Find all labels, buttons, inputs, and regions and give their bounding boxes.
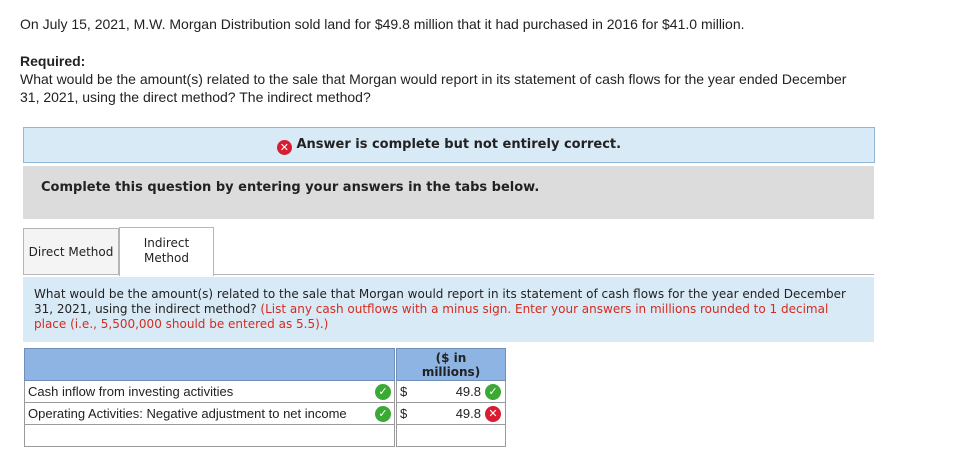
tab-indirect-label: Indirect Method xyxy=(120,236,213,266)
required-line-1: What would be the amount(s) related to t… xyxy=(20,71,847,87)
table-row-2-value[interactable]: $ 49.8 ✕ xyxy=(396,403,506,425)
tab-indirect-method[interactable]: Indirect Method xyxy=(119,227,214,276)
row-1-value-text: 49.8 xyxy=(455,384,481,399)
table-row-1-value[interactable]: $ 49.8 ✓ xyxy=(396,381,506,403)
required-text: What would be the amount(s) related to t… xyxy=(20,70,960,106)
tab-divider xyxy=(212,274,874,275)
tab-direct-method[interactable]: Direct Method xyxy=(23,228,119,275)
table-row-3-value[interactable] xyxy=(396,425,506,447)
header-line-2: millions) xyxy=(421,365,481,379)
tab-direct-label: Direct Method xyxy=(28,245,114,259)
question-box: What would be the amount(s) related to t… xyxy=(23,277,874,342)
currency-symbol: $ xyxy=(400,384,408,399)
check-icon: ✓ xyxy=(375,406,391,422)
table-row-2-label[interactable]: Operating Activities: Negative adjustmen… xyxy=(24,403,395,425)
tab-indirect-line-1: Indirect xyxy=(143,236,190,250)
incorrect-x-icon: ✕ xyxy=(485,406,501,422)
tab-indirect-line-2: Method xyxy=(143,251,189,265)
row-1-label-text: Cash inflow from investing activities xyxy=(28,384,234,399)
question-text: What would be the amount(s) related to t… xyxy=(34,287,864,332)
check-icon: ✓ xyxy=(485,384,501,400)
instruction-text: Complete this question by entering your … xyxy=(41,180,540,195)
table-row-3-label[interactable] xyxy=(24,425,395,447)
answer-status-text: Answer is complete but not entirely corr… xyxy=(296,137,622,152)
required-label: Required: xyxy=(20,53,86,69)
answer-status-banner: ✕ Answer is complete but not entirely co… xyxy=(23,127,875,163)
instruction-box: Complete this question by entering your … xyxy=(23,166,874,219)
table-row-1-label[interactable]: Cash inflow from investing activities ✓ xyxy=(24,381,395,403)
check-icon: ✓ xyxy=(375,384,391,400)
table-header-label-cell xyxy=(24,348,395,381)
table-header-amount: ($ in millions) xyxy=(396,348,506,381)
row-2-value-text: 49.8 xyxy=(455,406,481,421)
intro-text: On July 15, 2021, M.W. Morgan Distributi… xyxy=(20,16,745,32)
header-line-1: ($ in xyxy=(435,351,467,365)
row-2-label-text: Operating Activities: Negative adjustmen… xyxy=(28,406,347,421)
currency-symbol: $ xyxy=(400,406,408,421)
required-line-2: 31, 2021, using the direct method? The i… xyxy=(20,89,371,105)
incorrect-x-icon: ✕ xyxy=(276,140,292,155)
